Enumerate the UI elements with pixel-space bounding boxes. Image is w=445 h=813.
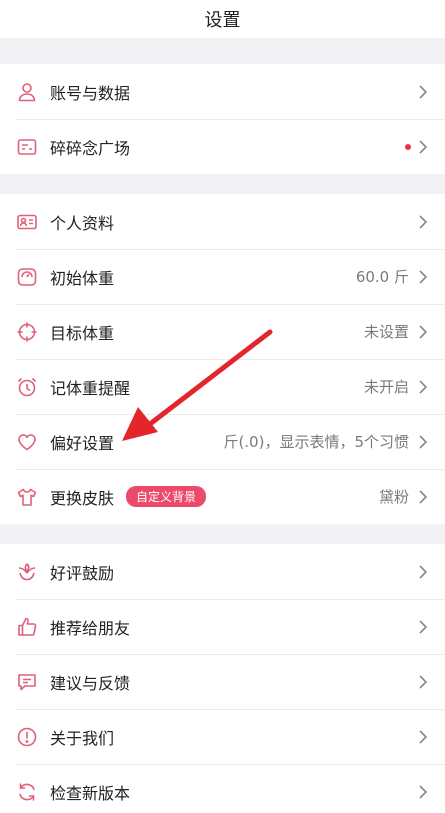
page-title: 设置 bbox=[204, 10, 241, 31]
settings-page: 设置 账号与数据 碎碎念广场 个人资料 初始体重 60.0 斤 目标体重 未设置… bbox=[0, 0, 445, 813]
row-label: 记体重提醒 bbox=[50, 378, 131, 398]
flower-icon bbox=[16, 561, 38, 583]
message-icon bbox=[16, 671, 38, 693]
page-header: 设置 bbox=[0, 0, 445, 38]
row-chat-square[interactable]: 碎碎念广场 bbox=[0, 119, 445, 174]
row-label: 个人资料 bbox=[50, 213, 115, 233]
section-gap bbox=[0, 38, 445, 64]
scale-icon bbox=[16, 266, 38, 288]
row-label: 好评鼓励 bbox=[50, 563, 115, 583]
user-icon bbox=[16, 81, 38, 103]
row-initial-weight[interactable]: 初始体重 60.0 斤 bbox=[0, 249, 445, 304]
row-label: 关于我们 bbox=[50, 728, 115, 748]
chevron-right-icon bbox=[419, 434, 428, 449]
section-gap bbox=[0, 524, 445, 544]
chevron-right-icon bbox=[419, 489, 428, 504]
notification-dot bbox=[405, 143, 411, 150]
row-personal-info[interactable]: 个人资料 bbox=[0, 194, 445, 249]
chevron-right-icon bbox=[419, 84, 428, 99]
row-feedback[interactable]: 建议与反馈 bbox=[0, 654, 445, 709]
custom-background-badge[interactable]: 自定义背景 bbox=[126, 486, 207, 507]
settings-group-profile: 个人资料 初始体重 60.0 斤 目标体重 未设置 记体重提醒 未开启 偏好设置… bbox=[0, 194, 445, 524]
row-rate-app[interactable]: 好评鼓励 bbox=[0, 544, 445, 599]
row-label: 推荐给朋友 bbox=[50, 618, 131, 638]
row-label: 更换皮肤 bbox=[50, 488, 115, 508]
chevron-right-icon bbox=[419, 269, 428, 284]
row-value: 60.0 斤 bbox=[355, 268, 409, 286]
refresh-icon bbox=[16, 781, 38, 803]
settings-group-account: 账号与数据 碎碎念广场 bbox=[0, 64, 445, 174]
info-icon bbox=[16, 726, 38, 748]
chevron-right-icon bbox=[419, 674, 428, 689]
chevron-right-icon bbox=[419, 729, 428, 744]
chevron-right-icon bbox=[419, 139, 428, 154]
row-recommend-friends[interactable]: 推荐给朋友 bbox=[0, 599, 445, 654]
chevron-right-icon bbox=[419, 214, 428, 229]
alarm-icon bbox=[16, 376, 38, 398]
chat-card-icon bbox=[16, 136, 38, 158]
id-card-icon bbox=[16, 211, 38, 233]
chevron-right-icon bbox=[419, 784, 428, 799]
chevron-right-icon bbox=[419, 379, 428, 394]
shirt-icon bbox=[16, 486, 38, 508]
row-label: 偏好设置 bbox=[50, 433, 115, 453]
row-check-update[interactable]: 检查新版本 bbox=[0, 764, 445, 813]
chevron-right-icon bbox=[419, 324, 428, 339]
row-label: 建议与反馈 bbox=[50, 673, 131, 693]
row-label: 目标体重 bbox=[50, 323, 115, 343]
row-label: 账号与数据 bbox=[50, 83, 131, 103]
row-label: 碎碎念广场 bbox=[50, 138, 131, 158]
chevron-right-icon bbox=[419, 564, 428, 579]
target-icon bbox=[16, 321, 38, 343]
row-about-us[interactable]: 关于我们 bbox=[0, 709, 445, 764]
row-preferences[interactable]: 偏好设置 斤(.0)，显示表情，5个习惯 bbox=[0, 414, 445, 469]
chevron-right-icon bbox=[419, 619, 428, 634]
row-weight-reminder[interactable]: 记体重提醒 未开启 bbox=[0, 359, 445, 414]
settings-group-about: 好评鼓励 推荐给朋友 建议与反馈 关于我们 检查新版本 bbox=[0, 544, 445, 813]
row-target-weight[interactable]: 目标体重 未设置 bbox=[0, 304, 445, 359]
row-value: 未开启 bbox=[363, 378, 409, 396]
row-account-data[interactable]: 账号与数据 bbox=[0, 64, 445, 119]
row-value: 黛粉 bbox=[378, 488, 409, 506]
thumbs-up-icon bbox=[16, 616, 38, 638]
row-value: 未设置 bbox=[363, 323, 409, 341]
heart-icon bbox=[16, 431, 38, 453]
row-value: 斤(.0)，显示表情，5个习惯 bbox=[223, 433, 409, 451]
section-gap bbox=[0, 174, 445, 194]
row-label: 初始体重 bbox=[50, 268, 115, 288]
row-label: 检查新版本 bbox=[50, 783, 131, 803]
row-change-skin[interactable]: 更换皮肤 自定义背景 黛粉 bbox=[0, 469, 445, 524]
